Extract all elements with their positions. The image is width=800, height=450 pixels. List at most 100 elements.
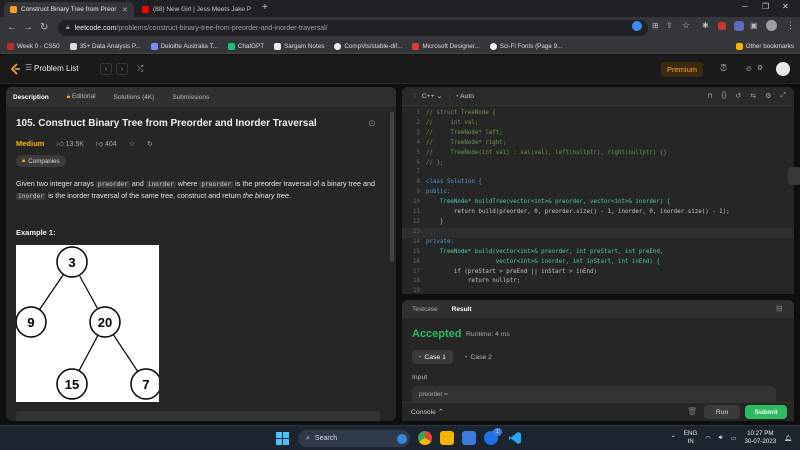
code-line[interactable]: 10 TreeNode* buildTree(vector<int>& preo…	[402, 198, 794, 208]
vscode-icon[interactable]	[508, 431, 522, 445]
store-icon[interactable]	[462, 431, 476, 445]
back-arrow-icon[interactable]: ←	[7, 22, 17, 33]
profile-avatar[interactable]	[766, 20, 777, 31]
reload-icon[interactable]: ↻	[40, 22, 48, 33]
next-problem-button[interactable]: ›	[116, 63, 128, 75]
bookmark-item[interactable]: 35+ Data Analysis P...	[69, 42, 141, 50]
minimize-icon[interactable]: ─	[742, 2, 748, 11]
autocomplete-toggle[interactable]: • Auto	[456, 93, 474, 100]
clock[interactable]: 10:27 PM 30-07-2023	[744, 430, 776, 446]
console-toggle[interactable]: Console ⌃	[411, 408, 444, 416]
tab-submissions[interactable]: Submissions	[172, 94, 209, 101]
taskbar-search[interactable]: ⌕ Search	[298, 430, 410, 447]
code-line[interactable]: 4 // TreeNode* right;	[402, 139, 794, 149]
bookmark-item[interactable]: Deloitte Australia T...	[150, 42, 218, 50]
leetcode-logo-icon[interactable]	[10, 63, 22, 75]
extension-icon[interactable]	[734, 21, 744, 31]
forward-arrow-icon[interactable]: →	[23, 22, 33, 33]
prev-problem-button[interactable]: ‹	[100, 63, 112, 75]
translate-icon[interactable]: ⊞	[652, 21, 659, 30]
thumbs-down-icon: 👎︎	[95, 141, 104, 148]
file-explorer-icon[interactable]	[440, 431, 454, 445]
code-line[interactable]: 6 // };	[402, 159, 794, 169]
other-bookmarks[interactable]: Other bookmarks	[735, 42, 794, 50]
code-line[interactable]: 16 vector<int>& inorder, int inStart, in…	[402, 258, 794, 268]
layout-icon[interactable]: ⇆	[750, 92, 756, 100]
user-avatar[interactable]	[776, 62, 790, 76]
chrome-taskbar-icon[interactable]	[418, 431, 432, 445]
collapse-icon[interactable]: ⊟	[776, 304, 783, 313]
companies-tag[interactable]: 🔒︎ Companies	[16, 155, 66, 167]
battery-icon[interactable]: ▭	[731, 435, 737, 442]
share-icon[interactable]: ↻	[147, 140, 153, 148]
wifi-icon[interactable]: ◠	[705, 435, 710, 442]
code-line[interactable]: 8 class Solution {	[402, 178, 794, 188]
code-line[interactable]: 14 private:	[402, 238, 794, 248]
braces-icon[interactable]: {}	[722, 92, 727, 100]
maximize-icon[interactable]: ❐	[762, 2, 769, 11]
code-line[interactable]: 7	[402, 168, 794, 178]
code-line[interactable]: 3 // TreeNode* left;	[402, 129, 794, 139]
new-tab-button[interactable]: +	[262, 2, 268, 13]
description-scrollbar[interactable]	[390, 112, 394, 262]
share-icon[interactable]: ⇪	[666, 21, 673, 30]
code-area[interactable]: 1 // struct TreeNode {2 // int val; 3 // Tre…	[402, 109, 794, 294]
code-line[interactable]: 12 }	[402, 218, 794, 228]
extension-icon[interactable]	[718, 22, 726, 30]
submit-button[interactable]: Submit	[745, 405, 787, 419]
reset-icon[interactable]: ↺	[735, 92, 741, 100]
tab-description[interactable]: Description	[13, 94, 49, 101]
case-2-button[interactable]: • Case 2	[458, 350, 499, 364]
browser-tab-youtube[interactable]: (88) New Girl | Jess Meets Jake P ✕	[136, 2, 254, 17]
tab-editorial[interactable]: 🔒︎ Editorial	[67, 93, 96, 101]
bookmark-item[interactable]: Sargam Notes	[274, 42, 324, 50]
case-1-button[interactable]: • Case 1	[412, 350, 453, 364]
google-lens-icon[interactable]	[632, 21, 642, 31]
menu-kebab-icon[interactable]: ⋮	[786, 20, 795, 31]
bookmark-item[interactable]: CompVis/stable-dif...	[334, 42, 402, 50]
volume-icon[interactable]: 🔊︎	[719, 434, 723, 442]
code-line[interactable]: 9 public:	[402, 188, 794, 198]
bookmark-item[interactable]: Week 0 - CS50	[7, 42, 60, 50]
code-line[interactable]: 17 if (preStart > preEnd || inStart > in…	[402, 268, 794, 278]
chevron-up-icon[interactable]: ⌃	[671, 435, 676, 442]
run-button[interactable]: Run	[704, 405, 740, 419]
settings-gear-icon[interactable]: ⚙	[765, 92, 771, 100]
timer-icon[interactable]: ⏰︎	[720, 63, 727, 74]
code-line[interactable]: 18 return nullptr;	[402, 277, 794, 287]
favorite-star-icon[interactable]: ☆	[129, 140, 135, 148]
code-line[interactable]: 11 return build(preorder, 0, preorder.si…	[402, 208, 794, 218]
code-line[interactable]: 5 // TreeNode(int val) : val(val), left(n…	[402, 149, 794, 159]
language-indicator[interactable]: ENG IN	[684, 430, 697, 446]
browser-tab-leetcode[interactable]: Construct Binary Tree from Preor ✕	[4, 2, 134, 17]
tab-testcase[interactable]: Testcase	[412, 306, 438, 313]
code-line[interactable]: 19	[402, 287, 794, 294]
fullscreen-icon[interactable]: ⤢	[780, 92, 786, 100]
code-line[interactable]: 13	[402, 227, 794, 238]
side-panel-icon[interactable]: ▣	[750, 21, 758, 30]
extensions-icon[interactable]: ✱	[702, 21, 709, 30]
bookmark-star-icon[interactable]: ☆	[682, 20, 690, 31]
windows-start-icon[interactable]	[276, 432, 289, 445]
bookmark-item[interactable]: Microsoft Designer...	[412, 42, 480, 50]
code-line[interactable]: 2 // int val;	[402, 119, 794, 129]
language-select[interactable]: C++ ⌄	[422, 92, 442, 100]
like-button[interactable]: 👍︎ 13.5K	[56, 139, 84, 148]
tab-solutions[interactable]: Solutions (4K)	[114, 94, 155, 101]
close-tab-icon[interactable]: ✕	[122, 6, 128, 14]
tab-result[interactable]: Result	[452, 306, 472, 313]
shuffle-icon[interactable]: ⤮	[137, 64, 143, 74]
code-line[interactable]: 15 TreeNode* build(vector<int>& preorder…	[402, 248, 794, 258]
bookmark-item[interactable]: ChatGPT	[227, 42, 264, 50]
bookmark-item[interactable]: Sci-Fi Fonts (Page 9...	[489, 42, 562, 50]
problem-list-link[interactable]: Problem List	[34, 64, 78, 73]
bookmark-icon[interactable]: ⊓	[707, 92, 712, 100]
premium-button[interactable]: Premium	[661, 62, 703, 77]
trash-icon[interactable]: 🗑︎	[687, 407, 697, 416]
address-bar[interactable]: 🔒︎ leetcode.com/problems/construct-binar…	[58, 20, 648, 36]
dislike-button[interactable]: 👎︎ 404	[96, 139, 117, 148]
notifications-icon[interactable]: 🔔︎	[784, 434, 792, 442]
code-line[interactable]: 1 // struct TreeNode {	[402, 109, 794, 119]
side-drawer-tab[interactable]	[788, 167, 800, 185]
close-window-icon[interactable]: ✕	[782, 2, 789, 11]
